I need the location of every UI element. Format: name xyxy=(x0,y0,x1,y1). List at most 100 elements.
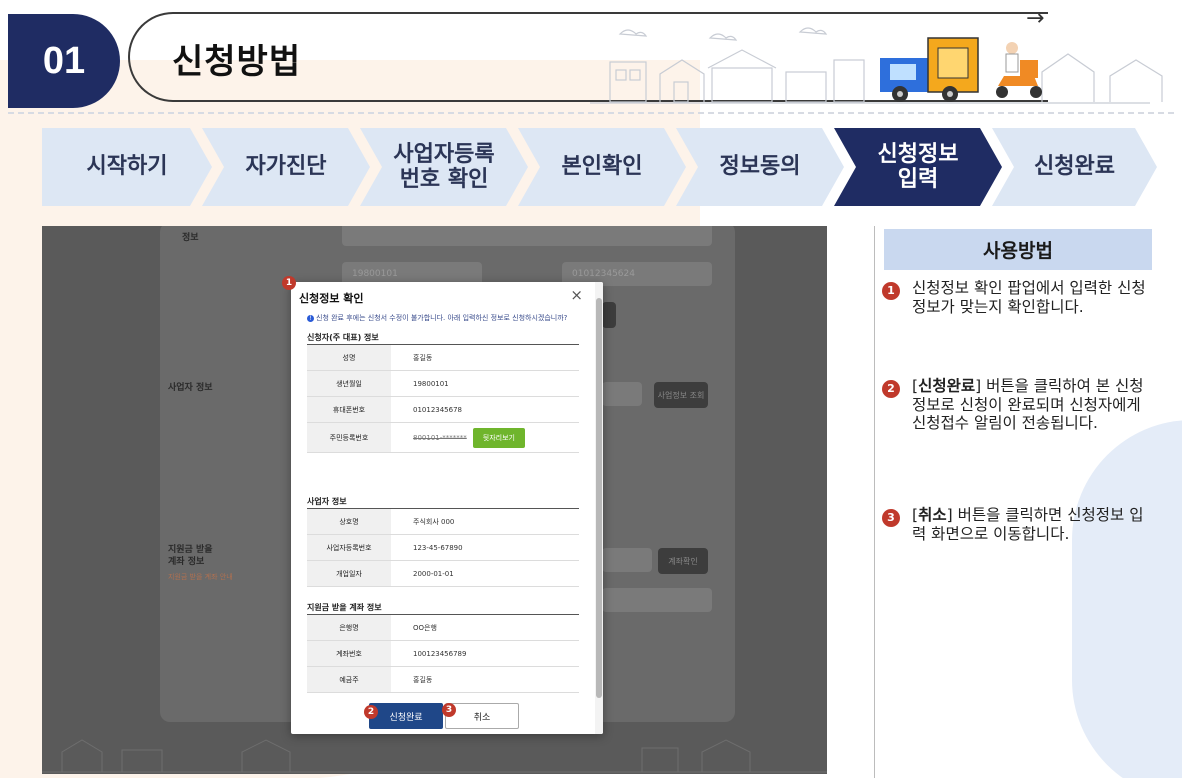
modal-notice: ! 신청 완료 후에는 신청서 수정이 불가합니다. 아래 입력하신 정보로 신청… xyxy=(307,313,567,323)
row-value: 19800101 xyxy=(413,379,449,388)
close-icon[interactable]: × xyxy=(570,286,583,304)
usage-item-3: 3 [취소] 버튼을 클릭하면 신청정보 입력 화면으로 이동합니다. xyxy=(882,506,1152,543)
confirm-application-button[interactable]: 신청완료 xyxy=(369,703,443,729)
application-confirm-modal: 신청정보 확인 × ! 신청 완료 후에는 신청서 수정이 불가합니다. 아래 입… xyxy=(291,282,603,734)
modal-scrollbar[interactable] xyxy=(595,282,603,734)
show-back-digits-button[interactable]: 뒷자리보기 xyxy=(472,427,525,448)
section-title-applicant: 신청자(주 대표) 정보 xyxy=(307,333,379,342)
town-illustration-dim xyxy=(42,739,827,773)
usage-title: 사용방법 xyxy=(884,229,1152,270)
row-key: 상호명 xyxy=(307,509,391,534)
row-value: 주식회사 000 xyxy=(413,517,455,526)
section-title-business: 사업자 정보 xyxy=(307,497,347,506)
step-label: 신청완료 xyxy=(1034,154,1115,180)
step-label: 자가진단 xyxy=(245,154,327,180)
step-application-info: 신청정보 입력 xyxy=(834,128,1002,206)
arrow-right-icon: → xyxy=(1026,6,1045,31)
row-value: 홍길동 xyxy=(413,353,433,362)
applicant-table: 성명 홍길동 생년월일 19800101 휴대폰번호 01012345678 주민등록… xyxy=(307,344,579,453)
business-table: 상호명 주식회사 000 사업자등록번호 123-45-67890 개업일자 2000… xyxy=(307,508,579,587)
row-value: 800101-******* 뒷자리보기 xyxy=(391,427,525,448)
table-row: 휴대폰번호 01012345678 xyxy=(307,397,579,423)
resident-number: 800101-******* xyxy=(413,433,467,442)
notice-text: 신청 완료 후에는 신청서 수정이 불가합니다. 아래 입력하신 정보로 신청하… xyxy=(316,314,568,322)
step-identity: 본인확인 xyxy=(518,128,686,206)
step-label: 시작하기 xyxy=(86,154,168,180)
row-key: 주민등록번호 xyxy=(307,423,391,452)
usage-item-1: 1 신청정보 확인 팝업에서 입력한 신청정보가 맞는지 확인합니다. xyxy=(882,279,1152,316)
row-key: 생년월일 xyxy=(307,371,391,396)
section-title-account: 지원금 받을 계좌 정보 xyxy=(307,603,382,612)
row-key: 계좌번호 xyxy=(307,641,391,666)
usage-text: 신청정보 확인 팝업에서 입력한 신청정보가 맞는지 확인합니다. xyxy=(912,279,1152,316)
table-row: 개업일자 2000-01-01 xyxy=(307,561,579,587)
scooter-rider-icon xyxy=(996,42,1042,98)
step-label: 사업자등록 xyxy=(393,141,495,167)
row-value: 123-45-67890 xyxy=(413,543,463,552)
account-table: 은행명 OO은행 계좌번호 100123456789 예금주 홍길동 xyxy=(307,614,579,693)
step-self-diagnosis: 자가진단 xyxy=(202,128,370,206)
table-row: 상호명 주식회사 000 xyxy=(307,509,579,535)
row-key: 개업일자 xyxy=(307,561,391,586)
usage-text: [신청완료] 버튼을 클릭하여 본 신청정보로 신청이 완료되며 신청자에게 신… xyxy=(912,377,1152,433)
table-row: 사업자등록번호 123-45-67890 xyxy=(307,535,579,561)
table-row: 주민등록번호 800101-******* 뒷자리보기 xyxy=(307,423,579,453)
form-label-account2: 계좌 정보 xyxy=(168,557,205,567)
callout-marker-2: 2 xyxy=(364,705,378,719)
callout-marker-1: 1 xyxy=(282,276,296,290)
field-value: 19800101 xyxy=(352,269,398,279)
progress-steps: 시작하기 자가진단 사업자등록 번호 확인 본인확인 정보동의 신청정보 입력 … xyxy=(42,128,1157,206)
row-value: 01012345678 xyxy=(413,405,462,414)
row-key: 휴대폰번호 xyxy=(307,397,391,422)
account-field[interactable] xyxy=(602,548,652,572)
form-button[interactable] xyxy=(602,302,616,328)
usage-text-bold: 신청완료 xyxy=(918,377,976,395)
usage-text-post: 신청정보 확인 팝업에서 입력한 신청정보가 맞는지 확인합니다. xyxy=(912,279,1146,316)
table-row: 계좌번호 100123456789 xyxy=(307,641,579,667)
step-number-badge: 3 xyxy=(882,509,900,527)
step-number-badge: 1 xyxy=(882,282,900,300)
form-label-info: 정보 xyxy=(182,233,199,243)
info-icon: ! xyxy=(307,314,314,322)
background-decoration-right xyxy=(1072,420,1182,778)
usage-text-post: ] 버튼을 클릭하면 신청정보 입력 화면으로 이동합니다. xyxy=(912,506,1144,543)
cancel-button[interactable]: 취소 xyxy=(445,703,519,729)
step-consent: 정보동의 xyxy=(676,128,844,206)
usage-text: [취소] 버튼을 클릭하면 신청정보 입력 화면으로 이동합니다. xyxy=(912,506,1152,543)
panel-divider xyxy=(874,226,875,778)
account-check-button[interactable]: 계좌확인 xyxy=(658,548,708,574)
delivery-truck-icon xyxy=(880,37,979,102)
table-row: 예금주 홍길동 xyxy=(307,667,579,693)
step-label: 신청정보 xyxy=(877,141,959,167)
business-lookup-button[interactable]: 사업정보 조회 xyxy=(654,382,708,408)
row-value: OO은행 xyxy=(413,623,437,632)
row-key: 은행명 xyxy=(307,615,391,640)
row-value: 2000-01-01 xyxy=(413,569,454,578)
step-start: 시작하기 xyxy=(42,128,212,206)
modal-title: 신청정보 확인 xyxy=(299,292,364,305)
row-value: 100123456789 xyxy=(413,649,467,658)
field-value: 01012345624 xyxy=(572,269,635,279)
step-complete: 신청완료 xyxy=(992,128,1157,206)
step-business-number: 사업자등록 번호 확인 xyxy=(360,128,528,206)
step-label-line2: 번호 확인 xyxy=(399,167,489,192)
table-row: 은행명 OO은행 xyxy=(307,615,579,641)
business-field[interactable] xyxy=(602,382,642,406)
screenshot-panel: 정보 19800101 01012345624 사업자 정보 사업정보 조회 지… xyxy=(42,226,827,774)
scrollbar-thumb[interactable] xyxy=(596,298,602,698)
usage-text-bold: 취소 xyxy=(918,506,947,524)
table-row: 성명 홍길동 xyxy=(307,345,579,371)
account-field-2[interactable] xyxy=(602,588,712,612)
row-value: 홍길동 xyxy=(413,675,433,684)
form-label-business: 사업자 정보 xyxy=(168,383,213,393)
row-key: 성명 xyxy=(307,345,391,370)
step-label: 본인확인 xyxy=(561,154,643,180)
row-key: 예금주 xyxy=(307,667,391,692)
usage-item-2: 2 [신청완료] 버튼을 클릭하여 본 신청정보로 신청이 완료되며 신청자에게… xyxy=(882,377,1152,433)
header-divider xyxy=(8,112,1174,114)
step-label-line2: 입력 xyxy=(897,167,939,192)
section-number: 01 xyxy=(42,39,86,82)
section-number-badge: 01 xyxy=(8,14,120,108)
form-field[interactable] xyxy=(342,226,712,246)
form-label-account-note: 지원금 받을 계좌 안내 xyxy=(168,573,233,581)
